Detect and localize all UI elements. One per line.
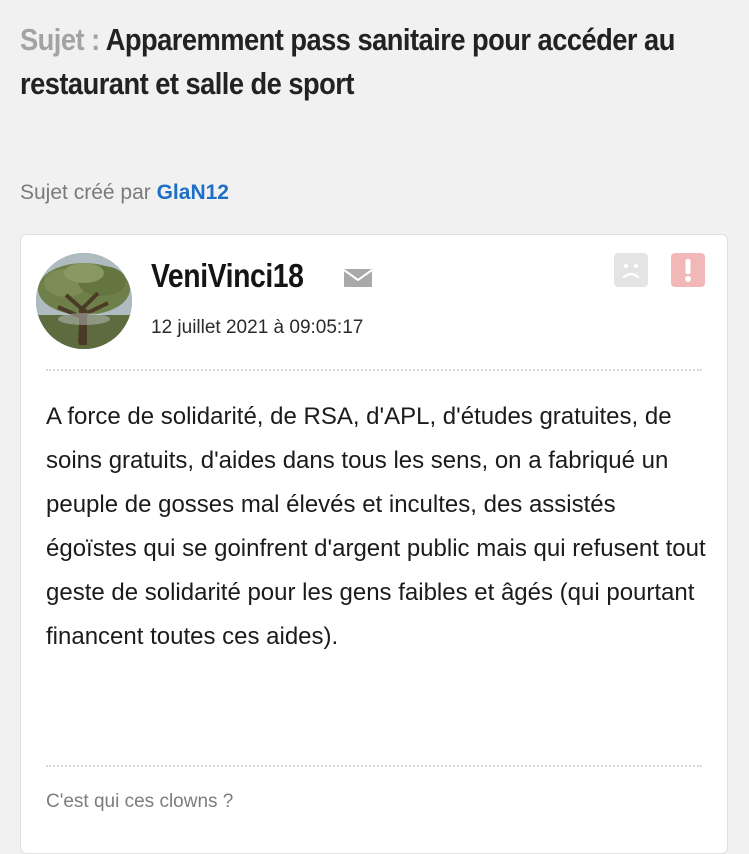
post-message: A force de solidarité, de RSA, d'APL, d'… xyxy=(46,403,706,650)
post-date: 12 juillet 2021 à 09:05:17 xyxy=(151,317,364,338)
post-signature: C'est qui ces clowns ? xyxy=(46,791,234,812)
signature-divider xyxy=(46,765,702,767)
topic-title: Apparemment pass sanitaire pour accéder … xyxy=(20,22,675,101)
topic-prefix: Sujet : xyxy=(20,22,100,57)
sad-face-icon xyxy=(622,264,640,279)
author-label: Sujet créé par xyxy=(20,181,151,204)
topic-author-line: Sujet créé par GlaN12 xyxy=(20,181,229,205)
post-header-divider xyxy=(46,369,702,371)
topic-author-link[interactable]: GlaN12 xyxy=(157,181,229,204)
sad-face-button[interactable] xyxy=(614,253,648,287)
envelope-icon[interactable] xyxy=(343,267,373,289)
post-author-username[interactable]: VeniVinci18 xyxy=(151,257,304,295)
topic-header: Sujet : Apparemment pass sanitaire pour … xyxy=(20,18,735,106)
forum-post: VeniVinci18 12 juillet 2021 à 09:05:17 A… xyxy=(20,234,728,854)
avatar[interactable] xyxy=(36,253,132,349)
tree-avatar-icon xyxy=(36,253,132,349)
exclamation-icon xyxy=(685,259,691,282)
report-button[interactable] xyxy=(671,253,705,287)
